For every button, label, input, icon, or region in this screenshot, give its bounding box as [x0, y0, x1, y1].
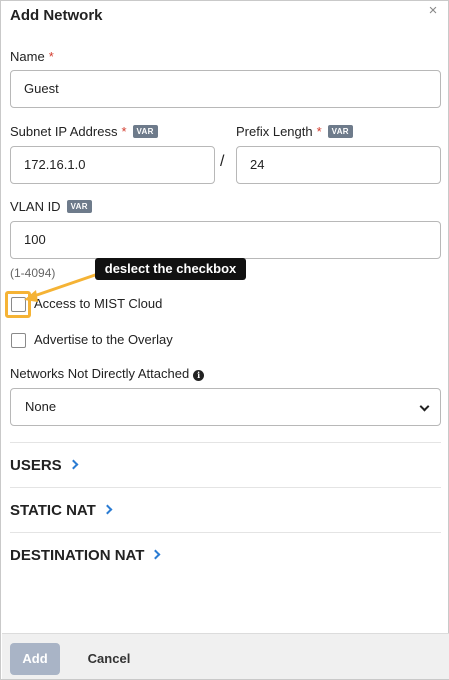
section-destination-nat-label: DESTINATION NAT — [10, 547, 145, 564]
name-label: Name * — [10, 49, 54, 64]
section-users[interactable]: USERS — [10, 457, 79, 474]
var-badge: VAR — [66, 200, 92, 213]
chevron-right-icon — [150, 549, 161, 560]
required-marker: * — [48, 49, 54, 64]
networks-not-attached-label: Networks Not Directly Attached i — [10, 366, 205, 381]
vlan-id-input[interactable]: 100 — [10, 221, 441, 259]
required-marker: * — [316, 124, 322, 139]
networks-not-attached-text: Networks Not Directly Attached — [10, 366, 190, 381]
vlan-label: VLAN ID VAR — [10, 199, 92, 214]
subnet-label-text: Subnet IP Address — [10, 124, 118, 139]
name-label-text: Name — [10, 49, 45, 64]
chevron-right-icon — [102, 504, 113, 515]
access-mist-label[interactable]: Access to MIST Cloud — [34, 296, 162, 311]
section-static-nat-label: STATIC NAT — [10, 502, 96, 519]
name-input[interactable]: Guest — [10, 70, 441, 108]
networks-not-attached-select[interactable]: None — [10, 388, 441, 426]
close-icon[interactable]: × — [426, 3, 440, 18]
required-marker: * — [121, 124, 127, 139]
prefix-label: Prefix Length * VAR — [236, 124, 353, 139]
select-value: None — [25, 399, 57, 414]
var-badge: VAR — [327, 125, 353, 138]
subnet-label: Subnet IP Address * VAR — [10, 124, 158, 139]
chevron-down-icon — [419, 401, 430, 412]
add-button[interactable]: Add — [10, 643, 60, 675]
dialog-footer — [2, 633, 449, 679]
advertise-overlay-checkbox[interactable] — [11, 333, 26, 348]
access-mist-checkbox[interactable] — [11, 297, 26, 312]
divider — [10, 442, 441, 443]
vlan-label-text: VLAN ID — [10, 199, 61, 214]
subnet-ip-input[interactable]: 172.16.1.0 — [10, 146, 215, 184]
divider — [10, 532, 441, 533]
section-destination-nat[interactable]: DESTINATION NAT — [10, 547, 161, 564]
info-icon[interactable]: i — [193, 370, 205, 381]
add-network-dialog: Add Network × Name * Guest Subnet IP Addr… — [0, 0, 449, 680]
prefix-length-input[interactable]: 24 — [236, 146, 441, 184]
divider — [10, 487, 441, 488]
vlan-range-hint: (1-4094) — [10, 266, 56, 280]
section-static-nat[interactable]: STATIC NAT — [10, 502, 113, 519]
subnet-separator: / — [220, 153, 225, 170]
dialog-title: Add Network — [10, 7, 103, 24]
prefix-label-text: Prefix Length — [236, 124, 313, 139]
cancel-button[interactable]: Cancel — [81, 643, 137, 675]
section-users-label: USERS — [10, 457, 62, 474]
annotation-callout: deslect the checkbox — [95, 258, 246, 280]
var-badge: VAR — [132, 125, 158, 138]
chevron-right-icon — [68, 459, 79, 470]
advertise-overlay-label[interactable]: Advertise to the Overlay — [34, 332, 173, 347]
